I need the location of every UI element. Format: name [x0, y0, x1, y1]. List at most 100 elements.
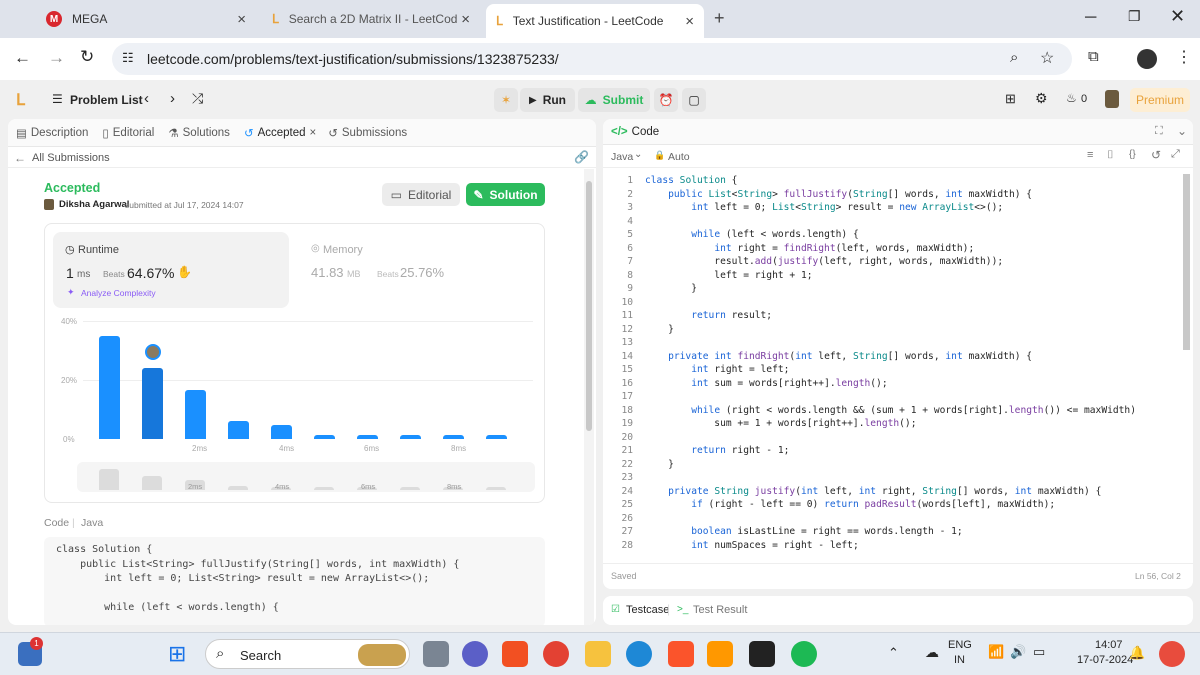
tab-submissions[interactable]: Submissions: [342, 127, 407, 139]
runtime-bar[interactable]: [443, 435, 464, 439]
link-icon[interactable]: 🔗: [574, 150, 589, 164]
leetcode-logo-icon[interactable]: ᒪ: [16, 90, 25, 110]
maximize-panel-icon[interactable]: ⛶: [1155, 125, 1163, 138]
editorial-button[interactable]: ▭ Editorial: [382, 183, 460, 206]
chevron-up-icon[interactable]: ⌃: [888, 645, 899, 661]
solution-button[interactable]: ✎ Solution: [466, 183, 545, 206]
volume-icon[interactable]: 🔊: [1010, 644, 1026, 660]
format-icon[interactable]: ≡: [1087, 149, 1093, 161]
edge-icon[interactable]: [626, 641, 652, 667]
tab-solutions[interactable]: Solutions: [183, 127, 230, 139]
alarm-icon[interactable]: ⏰: [654, 88, 678, 112]
runtime-bar[interactable]: [357, 435, 378, 439]
tab-accepted[interactable]: Accepted: [258, 127, 306, 139]
problem-list-link[interactable]: Problem List: [70, 93, 143, 107]
bookmark-icon[interactable]: ⌷: [1107, 149, 1114, 162]
file-explorer-icon[interactable]: [585, 641, 611, 667]
runtime-bar[interactable]: [271, 425, 292, 439]
close-tab-icon[interactable]: ×: [461, 11, 470, 28]
browser-tab-matrix[interactable]: ᒪ Search a 2D Matrix II - LeetCod ×: [262, 0, 480, 38]
streak-flame-icon[interactable]: ♨: [1066, 91, 1077, 105]
tab-description[interactable]: Description: [31, 127, 89, 139]
battery-icon[interactable]: ▭: [1033, 644, 1045, 660]
submit-button[interactable]: ☁ Submit: [578, 88, 650, 112]
close-window-icon[interactable]: ✕: [1170, 6, 1185, 27]
scrollbar-thumb[interactable]: [1183, 174, 1190, 350]
premium-button[interactable]: Premium: [1130, 88, 1190, 112]
runtime-bar[interactable]: [314, 435, 335, 439]
extensions-icon[interactable]: ⧉: [1088, 48, 1099, 65]
reset-icon[interactable]: ↺: [1151, 148, 1161, 162]
maximize-icon[interactable]: ❐: [1128, 8, 1141, 25]
fullscreen-icon[interactable]: ⤢: [1171, 148, 1180, 161]
auto-mode-label[interactable]: Auto: [668, 151, 690, 163]
tab-editorial[interactable]: Editorial: [113, 127, 155, 139]
minimize-icon[interactable]: ─: [1085, 9, 1096, 27]
reload-icon[interactable]: ↻: [80, 47, 94, 67]
clock-date[interactable]: 17-07-2024: [1077, 654, 1133, 666]
sublime-icon[interactable]: [707, 641, 733, 667]
range-slider[interactable]: 2ms 4ms 6ms 8ms: [77, 462, 535, 492]
close-tab-icon[interactable]: ×: [685, 13, 694, 30]
layout-grid-icon[interactable]: ⊞: [1005, 91, 1016, 107]
store-icon[interactable]: [502, 641, 528, 667]
brave-icon[interactable]: [668, 641, 694, 667]
wifi-icon[interactable]: 📶: [988, 644, 1004, 660]
forward-arrow-icon[interactable]: →: [48, 48, 65, 68]
new-tab-button[interactable]: +: [714, 8, 725, 29]
site-info-icon[interactable]: ☷: [122, 50, 134, 66]
task-view-icon[interactable]: [423, 641, 449, 667]
intellij-icon[interactable]: [749, 641, 775, 667]
scrollbar-thumb[interactable]: [586, 181, 592, 431]
settings-gear-icon[interactable]: ⚙: [1035, 90, 1048, 107]
menu-dots-icon[interactable]: ⋮: [1176, 47, 1192, 67]
runtime-bar[interactable]: [228, 421, 249, 439]
browser-tab-mega[interactable]: M MEGA ×: [36, 0, 256, 38]
user-avatar[interactable]: [1105, 90, 1119, 108]
analyze-complexity-link[interactable]: Analyze Complexity: [81, 288, 156, 298]
close-tab-icon[interactable]: ×: [237, 11, 246, 28]
runtime-box[interactable]: ◷ Runtime 1 ms Beats 64.67% ✋ ✦ Analyze …: [53, 232, 289, 308]
copilot-icon[interactable]: [1159, 641, 1185, 667]
runtime-bar[interactable]: [486, 435, 507, 439]
notes-icon[interactable]: ▢: [682, 88, 706, 112]
clock-time[interactable]: 14:07: [1095, 639, 1123, 651]
code-editor[interactable]: 1 class Solution {2 public List<String> f…: [603, 174, 1179, 557]
profile-avatar[interactable]: [1137, 49, 1157, 69]
left-scrollbar[interactable]: [584, 169, 594, 625]
runtime-bar[interactable]: [400, 435, 421, 439]
runtime-bar[interactable]: [142, 368, 163, 439]
teams-icon[interactable]: [462, 641, 488, 667]
all-submissions-link[interactable]: All Submissions: [32, 152, 110, 164]
close-tab-icon[interactable]: ×: [310, 127, 317, 139]
run-button[interactable]: ▶ Run: [520, 88, 575, 112]
spotify-icon[interactable]: [791, 641, 817, 667]
memory-label[interactable]: Memory: [323, 244, 363, 256]
debug-icon[interactable]: ✶: [494, 88, 518, 112]
code-scrollbar[interactable]: [1181, 174, 1191, 557]
windows-start-icon[interactable]: ⊞: [168, 641, 186, 667]
chrome-icon[interactable]: [543, 641, 569, 667]
bookmark-star-icon[interactable]: ☆: [1040, 48, 1054, 68]
braces-icon[interactable]: {}: [1129, 149, 1136, 160]
cloud-icon[interactable]: ☁: [925, 644, 939, 661]
language-indicator[interactable]: ENG: [948, 639, 972, 651]
minimize-panel-icon[interactable]: ⌄: [1177, 124, 1187, 138]
test-result-tab[interactable]: Test Result: [693, 604, 747, 616]
my-submission-avatar[interactable]: [144, 344, 161, 361]
testcase-tab[interactable]: Testcase: [626, 604, 669, 616]
language-select[interactable]: Java: [611, 151, 633, 163]
zoom-icon[interactable]: ⌕: [1010, 49, 1018, 66]
taskbar-search[interactable]: ⌕ Search: [205, 639, 410, 669]
bell-icon[interactable]: 🔔: [1129, 645, 1145, 661]
author-name[interactable]: Diksha Agarwal: [59, 199, 129, 210]
runtime-bar[interactable]: [99, 335, 120, 439]
browser-tab-text-justification[interactable]: ᒪ Text Justification - LeetCode ×: [486, 4, 704, 38]
url-bar[interactable]: ☷ leetcode.com/problems/text-justificati…: [112, 43, 1072, 75]
prev-problem-icon[interactable]: ‹: [144, 90, 149, 107]
next-problem-icon[interactable]: ›: [170, 90, 175, 107]
back-arrow-icon[interactable]: ←: [14, 151, 26, 165]
back-arrow-icon[interactable]: ←: [14, 48, 31, 68]
runtime-bar[interactable]: [185, 390, 206, 439]
shuffle-icon[interactable]: ⤮: [192, 90, 203, 107]
